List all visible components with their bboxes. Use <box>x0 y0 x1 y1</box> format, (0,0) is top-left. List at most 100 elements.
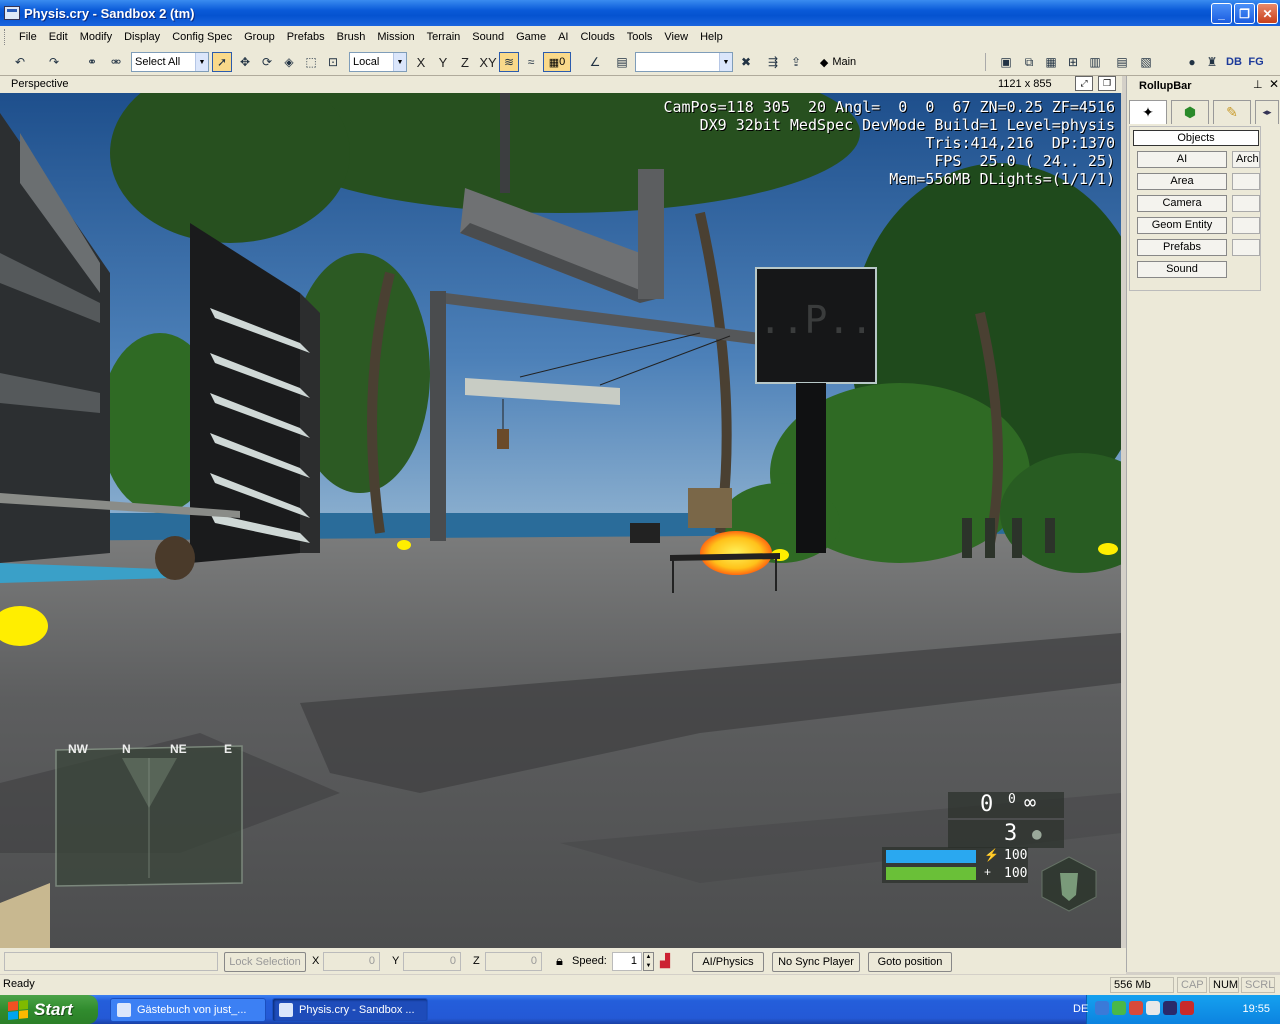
goto-selection-icon[interactable]: ⇶ <box>763 52 783 72</box>
tb-icon-2[interactable]: ⧉ <box>1019 52 1039 72</box>
y-input[interactable]: 0 <box>403 952 461 971</box>
viewport-maximize-icon[interactable]: ⤢ <box>1075 76 1093 91</box>
title-bar[interactable]: Physis.cry - Sandbox 2 (tm) _ ❐ ✕ <box>0 0 1280 26</box>
menu-view[interactable]: View <box>658 27 694 47</box>
lock-icon[interactable]: 🔒︎ <box>556 953 563 969</box>
select-arrow-icon[interactable]: ➚ <box>212 52 232 72</box>
viewport-title[interactable]: Perspective <box>11 78 68 90</box>
coord-system-combo[interactable]: Local ▼ <box>349 52 407 72</box>
undo-icon[interactable]: ↶ <box>10 52 30 72</box>
objects-ai-button[interactable]: AI <box>1137 151 1227 168</box>
objects-sound-button[interactable]: Sound <box>1137 261 1227 278</box>
tray-network-icon[interactable] <box>1112 1001 1126 1015</box>
ai-physics-button[interactable]: AI/Physics <box>692 952 764 972</box>
objects-camera-button[interactable]: Camera <box>1137 195 1227 212</box>
x-input[interactable]: 0 <box>323 952 380 971</box>
tray-shield-icon[interactable] <box>1180 1001 1194 1015</box>
lock-selection-button[interactable]: Lock Selection <box>224 952 306 972</box>
tab-modify-icon[interactable]: ✎ <box>1213 100 1251 124</box>
axis-z-button[interactable]: Z <box>457 52 473 72</box>
tb-icon-5[interactable]: ▥ <box>1085 52 1105 72</box>
objects-header[interactable]: Objects <box>1133 130 1259 146</box>
no-sync-player-button[interactable]: No Sync Player <box>772 952 860 972</box>
angle-snap-icon[interactable]: ∠ <box>585 52 605 72</box>
objects-col2-button-5[interactable] <box>1232 239 1260 256</box>
menu-game[interactable]: Game <box>510 27 552 47</box>
goto-position-button[interactable]: Goto position <box>868 952 952 972</box>
axis-xy-button[interactable]: XY <box>477 52 499 72</box>
viewport-restore-icon[interactable]: ❐ <box>1098 76 1116 91</box>
command-input[interactable] <box>4 952 218 971</box>
menu-modify[interactable]: Modify <box>74 27 118 47</box>
named-selection-icon[interactable]: ▤ <box>612 52 632 72</box>
tray-z-icon[interactable] <box>1146 1001 1160 1015</box>
fg-button[interactable]: FG <box>1246 52 1266 72</box>
axis-y-button[interactable]: Y <box>435 52 451 72</box>
menu-group[interactable]: Group <box>238 27 281 47</box>
objects-geom-entity-button[interactable]: Geom Entity <box>1137 217 1227 234</box>
tab-objects-icon[interactable]: ✦ <box>1129 100 1167 124</box>
select-terrain-icon[interactable]: ⬚ <box>301 52 321 72</box>
move-icon[interactable]: ✥ <box>235 52 255 72</box>
objects-col2-button-2[interactable] <box>1232 173 1260 190</box>
export-icon[interactable]: ⇪ <box>786 52 806 72</box>
menu-mission[interactable]: Mission <box>371 27 420 47</box>
menu-prefabs[interactable]: Prefabs <box>281 27 331 47</box>
objects-col2-button-4[interactable] <box>1232 217 1260 234</box>
axis-x-button[interactable]: X <box>413 52 429 72</box>
menu-sound[interactable]: Sound <box>466 27 510 47</box>
speed-input[interactable]: 1 <box>612 952 642 971</box>
z-input[interactable]: 0 <box>485 952 542 971</box>
close-button[interactable]: ✕ <box>1257 3 1278 24</box>
tray-arrow-icon[interactable] <box>1095 1001 1109 1015</box>
character-icon[interactable]: ♜ <box>1202 52 1222 72</box>
objects-prefabs-button[interactable]: Prefabs <box>1137 239 1227 256</box>
tab-scroll-icon[interactable]: ◂▸ <box>1255 100 1279 124</box>
tray-volume-icon[interactable] <box>1163 1001 1177 1015</box>
tb-icon-6[interactable]: ▤ <box>1112 52 1132 72</box>
menu-clouds[interactable]: Clouds <box>574 27 620 47</box>
tab-terrain-icon[interactable]: ⬢ <box>1171 100 1209 124</box>
rollup-close-icon[interactable]: ✕ <box>1269 77 1279 91</box>
menu-ai[interactable]: AI <box>552 27 574 47</box>
task-browser[interactable]: Gästebuch von just_... <box>110 998 266 1022</box>
task-sandbox[interactable]: Physis.cry - Sandbox ... <box>272 998 428 1022</box>
tb-icon-3[interactable]: ▦ <box>1041 52 1061 72</box>
db-button[interactable]: DB <box>1224 52 1244 72</box>
start-button[interactable]: Start <box>0 995 98 1024</box>
named-selection-combo[interactable]: ▼ <box>635 52 733 72</box>
tb-icon-1[interactable]: ▣ <box>996 52 1016 72</box>
menu-grip[interactable] <box>4 29 7 45</box>
redo-icon[interactable]: ↷ <box>44 52 64 72</box>
objects-area-button[interactable]: Area <box>1137 173 1227 190</box>
snap-icon[interactable]: ⊡ <box>323 52 343 72</box>
menu-help[interactable]: Help <box>694 27 729 47</box>
selection-filter-combo[interactable]: Select All ▼ <box>131 52 209 72</box>
terrain-follow-icon[interactable]: ≋ <box>499 52 519 72</box>
language-indicator[interactable]: DE <box>1073 1003 1088 1015</box>
scale-icon[interactable]: ◈ <box>279 52 299 72</box>
objects-archetype-button[interactable]: Arche <box>1232 151 1260 168</box>
menu-file[interactable]: File <box>13 27 43 47</box>
minimize-button[interactable]: _ <box>1211 3 1232 24</box>
delete-selection-icon[interactable]: ✖ <box>736 52 756 72</box>
tb-icon-7[interactable]: ▧ <box>1136 52 1156 72</box>
objects-col2-button-3[interactable] <box>1232 195 1260 212</box>
menu-config-spec[interactable]: Config Spec <box>166 27 238 47</box>
perspective-viewport[interactable]: ..P.. CamPos=118 305 20 Angl= 0 0 67 ZN=… <box>0 93 1121 948</box>
sphere-icon[interactable]: ● <box>1182 52 1202 72</box>
maximize-button[interactable]: ❐ <box>1234 3 1255 24</box>
menu-edit[interactable]: Edit <box>43 27 74 47</box>
unlink-icon[interactable]: ⚮ <box>106 52 126 72</box>
terrain-image-icon[interactable]: ▟ <box>660 953 680 971</box>
menu-brush[interactable]: Brush <box>331 27 372 47</box>
grid-snap-button[interactable]: ▦ 0 <box>543 52 571 72</box>
pin-icon[interactable]: ⊥ <box>1253 78 1263 91</box>
terrain-snap-icon[interactable]: ≈ <box>521 52 541 72</box>
menu-tools[interactable]: Tools <box>621 27 659 47</box>
tray-app-icon[interactable] <box>1129 1001 1143 1015</box>
tb-icon-4[interactable]: ⊞ <box>1063 52 1083 72</box>
menu-terrain[interactable]: Terrain <box>421 27 467 47</box>
menu-display[interactable]: Display <box>118 27 166 47</box>
layer-button[interactable]: ◆ Main <box>812 52 864 72</box>
